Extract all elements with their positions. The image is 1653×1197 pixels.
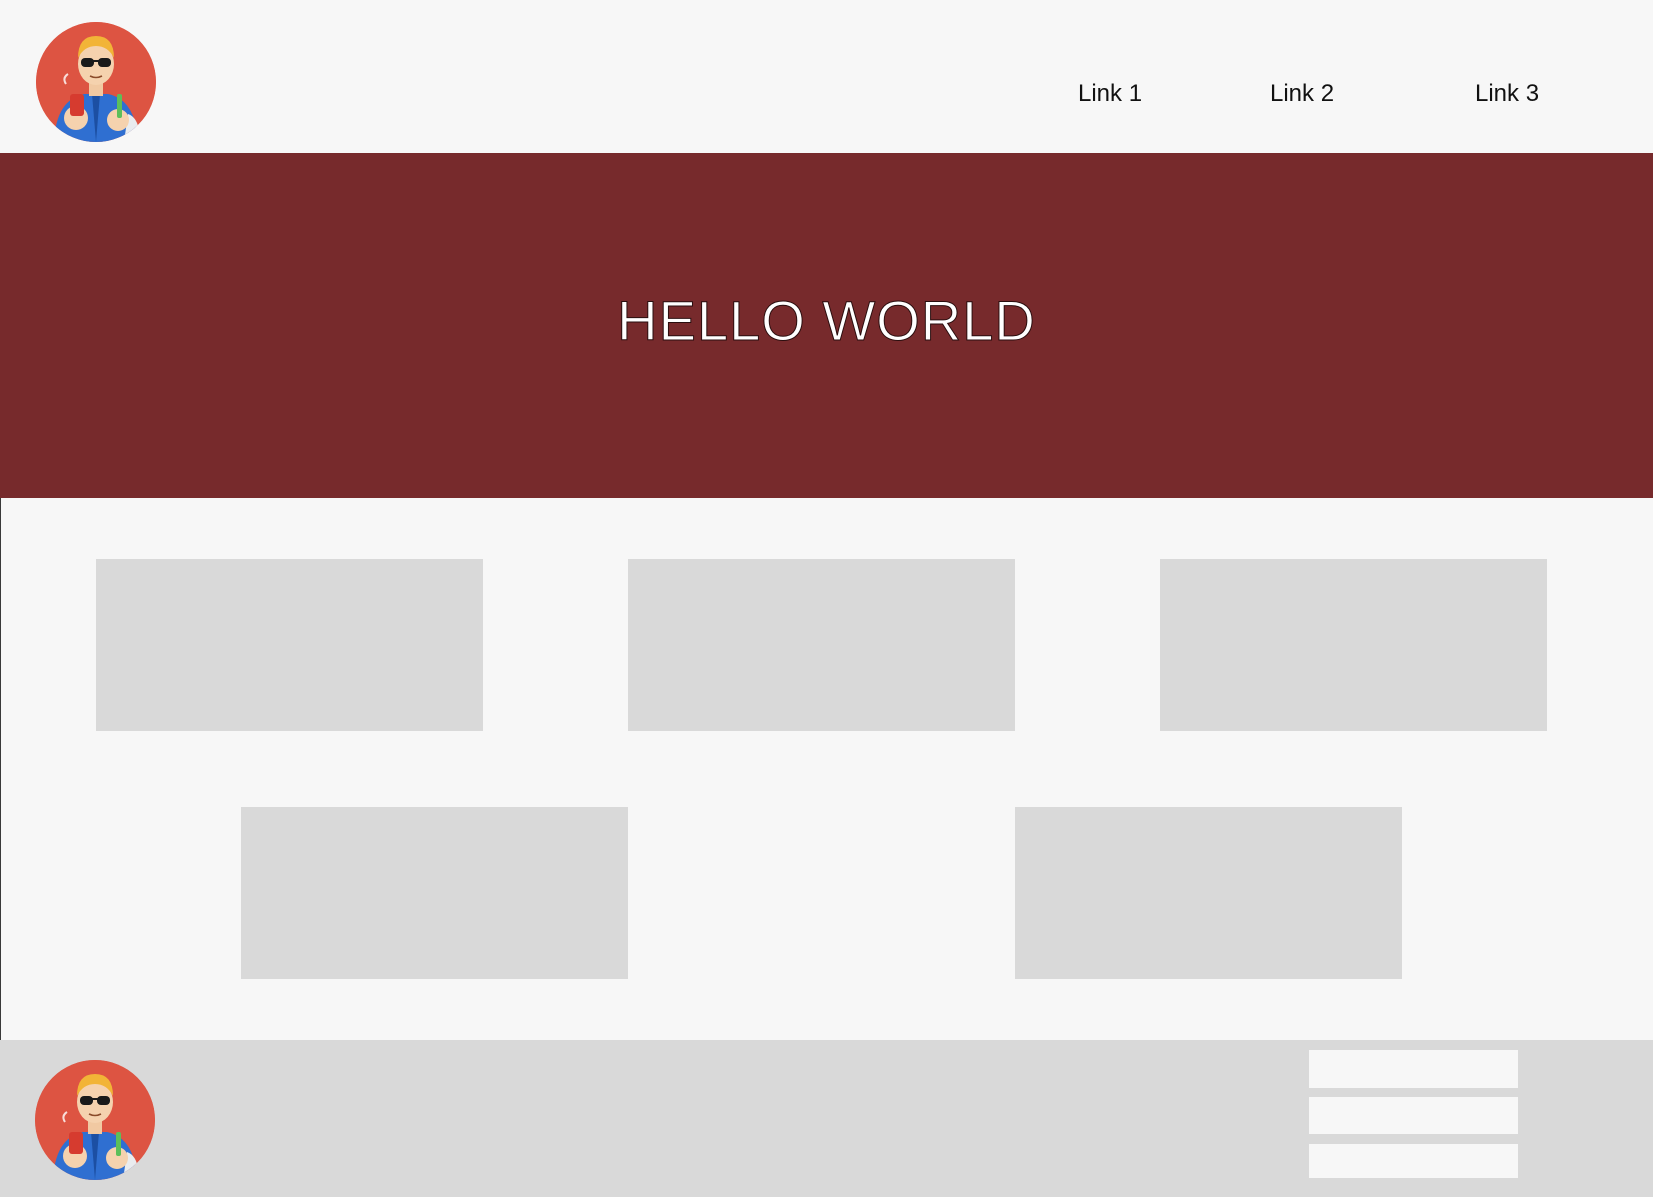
footer-avatar-icon: [35, 1060, 155, 1180]
site-header: Link 1 Link 2 Link 3: [0, 0, 1653, 153]
card-placeholder[interactable]: [241, 807, 628, 979]
hero-banner: HELLO WORLD: [0, 153, 1653, 498]
hero-title: HELLO WORLD: [617, 289, 1036, 352]
site-footer: [0, 1040, 1653, 1197]
footer-link-placeholder[interactable]: [1309, 1144, 1518, 1178]
card-placeholder[interactable]: [1160, 559, 1547, 731]
nav-link-3[interactable]: Link 3: [1475, 80, 1539, 108]
card-placeholder[interactable]: [96, 559, 483, 731]
nav-link-1[interactable]: Link 1: [1078, 80, 1142, 108]
footer-link-placeholder[interactable]: [1309, 1097, 1518, 1134]
footer-link-placeholder[interactable]: [1309, 1050, 1518, 1088]
logo-avatar-icon[interactable]: [36, 22, 156, 142]
card-placeholder[interactable]: [628, 559, 1015, 731]
nav-link-2[interactable]: Link 2: [1270, 80, 1334, 108]
card-placeholder[interactable]: [1015, 807, 1402, 979]
